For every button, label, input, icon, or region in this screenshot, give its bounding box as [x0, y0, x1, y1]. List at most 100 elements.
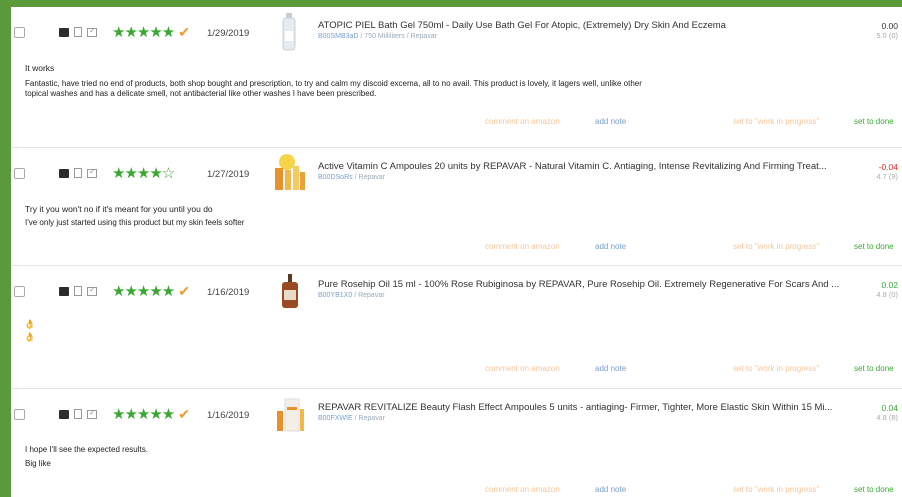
- product-title[interactable]: ATOPIC PIEL Bath Gel 750ml - Daily Use B…: [318, 20, 848, 31]
- meta-text: / 750 Milliliters / Repavar: [358, 33, 438, 40]
- review-action-icons: [59, 285, 97, 296]
- review-actions: comment on amazon add note set to "work …: [11, 117, 902, 131]
- add-note-link[interactable]: add note: [595, 242, 626, 251]
- asin-link[interactable]: B00YB1X0: [318, 292, 352, 299]
- comment-on-amazon-link[interactable]: comment on amazon: [485, 485, 560, 494]
- review-body: It works Fantastic, have tried no end of…: [11, 63, 902, 99]
- verified-check-icon: ✔: [178, 24, 190, 40]
- meta-text: / Repavar: [352, 174, 385, 181]
- checkbox-icon[interactable]: [87, 167, 97, 178]
- bookmark-icon[interactable]: [74, 286, 82, 296]
- set-to-done-link[interactable]: set to done: [854, 364, 894, 373]
- review-text: Fantastic, have tried no end of products…: [25, 79, 642, 98]
- score-sub: 4.7 (9): [876, 172, 898, 181]
- review-body: Try it you won't no if it's meant for yo…: [11, 204, 902, 228]
- review-header: ★★★★☆ 1/27/2019 Active Vitamin C Ampoule…: [11, 148, 902, 200]
- score: 0.00 5.0 (0): [876, 21, 898, 41]
- set-work-in-progress-link[interactable]: set to "work in progress": [733, 485, 819, 494]
- product-meta: B00FXWIE / Repavar: [318, 415, 385, 422]
- envelope-icon[interactable]: [59, 27, 69, 37]
- review-title: I hope I'll see the expected results.: [25, 445, 148, 454]
- product-title[interactable]: Pure Rosehip Oil 15 ml - 100% Rose Rubig…: [318, 279, 848, 290]
- review-date: 1/29/2019: [207, 28, 250, 39]
- checkbox-icon[interactable]: [87, 26, 97, 37]
- review-body: 👌 👌: [11, 318, 902, 344]
- comment-on-amazon-link[interactable]: comment on amazon: [485, 364, 560, 373]
- set-to-done-link[interactable]: set to done: [854, 117, 894, 126]
- add-note-link[interactable]: add note: [595, 485, 626, 494]
- review-title: Try it you won't no if it's meant for yo…: [25, 204, 213, 214]
- score-value: 0.02: [881, 280, 898, 290]
- product-meta: B00YB1X0 / Repavar: [318, 292, 385, 299]
- set-work-in-progress-link[interactable]: set to "work in progress": [733, 117, 819, 126]
- product-thumbnail[interactable]: [273, 393, 307, 435]
- comment-on-amazon-link[interactable]: comment on amazon: [485, 242, 560, 251]
- review-date: 1/27/2019: [207, 169, 250, 180]
- score: 0.02 4.8 (0): [876, 280, 898, 300]
- bookmark-icon[interactable]: [74, 27, 82, 37]
- product-thumbnail[interactable]: [273, 152, 307, 194]
- bookmark-icon[interactable]: [74, 409, 82, 419]
- verified-check-icon: ✔: [178, 406, 190, 422]
- review-header: ★★★★★✔ 1/16/2019 REPAVAR REVITALIZE Beau…: [11, 389, 902, 441]
- reviews-panel: ★★★★★✔ 1/29/2019 ATOPIC PIEL Bath Gel 75…: [11, 7, 902, 497]
- review-body: I hope I'll see the expected results. Bi…: [11, 445, 902, 469]
- product-title[interactable]: Active Vitamin C Ampoules 20 units by RE…: [318, 161, 848, 172]
- review-text: I've only just started using this produc…: [25, 218, 245, 227]
- checkbox-icon[interactable]: [87, 285, 97, 296]
- review-header: ★★★★★✔ 1/29/2019 ATOPIC PIEL Bath Gel 75…: [11, 7, 902, 59]
- envelope-icon[interactable]: [59, 286, 69, 296]
- review-action-icons: [59, 408, 97, 419]
- review-date: 1/16/2019: [207, 287, 250, 298]
- envelope-icon[interactable]: [59, 409, 69, 419]
- comment-on-amazon-link[interactable]: comment on amazon: [485, 117, 560, 126]
- set-to-done-link[interactable]: set to done: [854, 485, 894, 494]
- score-value: -0.04: [878, 162, 898, 172]
- star-rating: ★★★★★ ✔: [112, 24, 190, 41]
- star-rating: ★★★★★ ✔: [112, 283, 190, 300]
- review-item: ★★★★☆ 1/27/2019 Active Vitamin C Ampoule…: [11, 147, 902, 263]
- review-item: ★★★★★✔ 1/16/2019 REPAVAR REVITALIZE Beau…: [11, 388, 902, 497]
- add-note-link[interactable]: add note: [595, 364, 626, 373]
- score-sub: 5.0 (0): [876, 31, 898, 40]
- product-meta: B00SMB3aD / 750 Milliliters / Repavar: [318, 33, 437, 40]
- product-title[interactable]: REPAVAR REVITALIZE Beauty Flash Effect A…: [318, 402, 848, 413]
- bookmark-icon[interactable]: [74, 168, 82, 178]
- select-checkbox[interactable]: [14, 286, 25, 297]
- score-value: 0.00: [881, 21, 898, 31]
- set-work-in-progress-link[interactable]: set to "work in progress": [733, 242, 819, 251]
- meta-text: / Repavar: [352, 292, 385, 299]
- set-work-in-progress-link[interactable]: set to "work in progress": [733, 364, 819, 373]
- review-title: It works: [25, 63, 55, 73]
- review-date: 1/16/2019: [207, 410, 250, 421]
- score-sub: 4.8 (8): [876, 413, 898, 422]
- score-sub: 4.8 (0): [876, 290, 898, 299]
- review-text: Big like: [25, 459, 51, 468]
- review-item: ★★★★★✔ 1/16/2019 Pure Rosehip Oil 15 ml …: [11, 265, 902, 383]
- review-actions: comment on amazon add note set to "work …: [11, 242, 902, 256]
- select-checkbox[interactable]: [14, 168, 25, 179]
- review-action-icons: [59, 167, 97, 178]
- star-rating: ★★★★☆: [112, 165, 175, 182]
- envelope-icon[interactable]: [59, 168, 69, 178]
- select-checkbox[interactable]: [14, 409, 25, 420]
- review-actions: comment on amazon add note set to "work …: [11, 485, 902, 497]
- product-thumbnail[interactable]: [273, 11, 307, 53]
- select-checkbox[interactable]: [14, 27, 25, 38]
- star-rating: ★★★★★ ✔: [112, 406, 190, 423]
- set-to-done-link[interactable]: set to done: [854, 242, 894, 251]
- product-thumbnail[interactable]: [273, 270, 307, 312]
- score: -0.04 4.7 (9): [876, 162, 898, 182]
- add-note-link[interactable]: add note: [595, 117, 626, 126]
- asin-link[interactable]: B00FXWIE: [318, 415, 353, 422]
- score: 0.04 4.8 (8): [876, 403, 898, 423]
- review-text-line: 👌: [24, 332, 36, 342]
- review-text-line: 👌: [24, 319, 36, 329]
- meta-text: / Repavar: [352, 415, 385, 422]
- product-meta: B00DSoRs / Repavar: [318, 174, 385, 181]
- asin-link[interactable]: B00DSoRs: [318, 174, 353, 181]
- review-actions: comment on amazon add note set to "work …: [11, 364, 902, 378]
- checkbox-icon[interactable]: [87, 408, 97, 419]
- asin-link[interactable]: B00SMB3aD: [318, 33, 358, 40]
- score-value: 0.04: [881, 403, 898, 413]
